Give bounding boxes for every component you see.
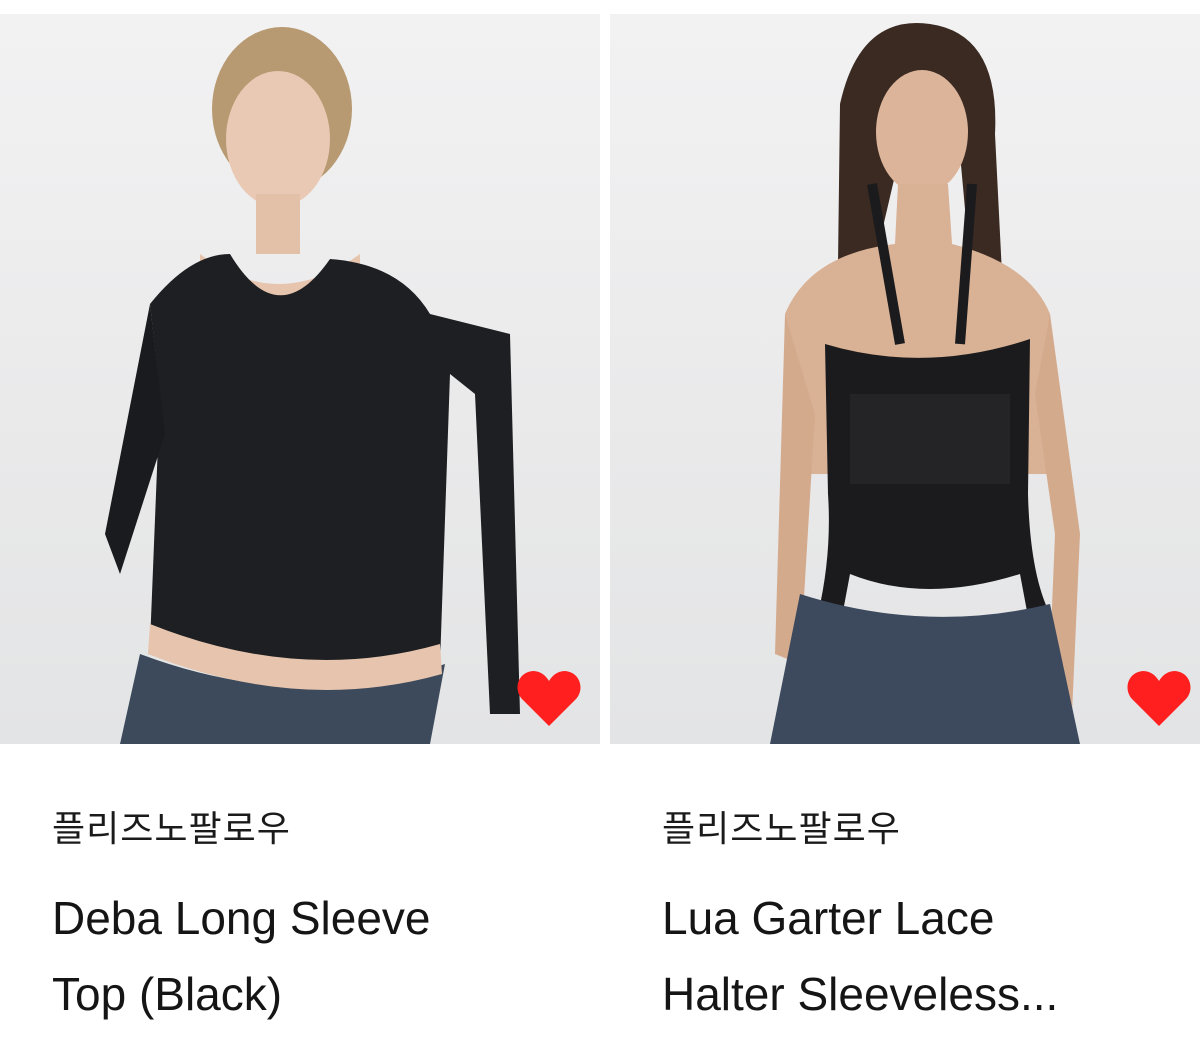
product-image[interactable] (610, 14, 1200, 744)
grid-gutter (600, 0, 610, 1058)
product-brand[interactable]: 플리즈노팔로우 (662, 800, 901, 852)
product-title[interactable]: Deba Long Sleeve Top (Black) (52, 880, 572, 1032)
product-card[interactable]: 플리즈노팔로우 Deba Long Sleeve Top (Black) (0, 0, 610, 1058)
product-card[interactable]: 플리즈노팔로우 Lua Garter Lace Halter Sleeveles… (610, 0, 1200, 1058)
product-grid: 플리즈노팔로우 Deba Long Sleeve Top (Black) 플리즈… (0, 0, 1200, 1058)
product-title-line: Top (Black) (52, 968, 283, 1020)
product-image[interactable] (0, 14, 600, 744)
product-title-line: Deba Long Sleeve (52, 892, 431, 944)
product-photo-illustration (105, 27, 520, 744)
product-title[interactable]: Lua Garter Lace Halter Sleeveless... (662, 880, 1182, 1032)
favorite-heart-icon[interactable] (1126, 668, 1192, 728)
product-photo-illustration (770, 23, 1080, 744)
product-title-line: Lua Garter Lace (662, 892, 995, 944)
favorite-heart-icon[interactable] (516, 668, 582, 728)
product-brand[interactable]: 플리즈노팔로우 (52, 800, 291, 852)
product-title-line: Halter Sleeveless... (662, 968, 1059, 1020)
